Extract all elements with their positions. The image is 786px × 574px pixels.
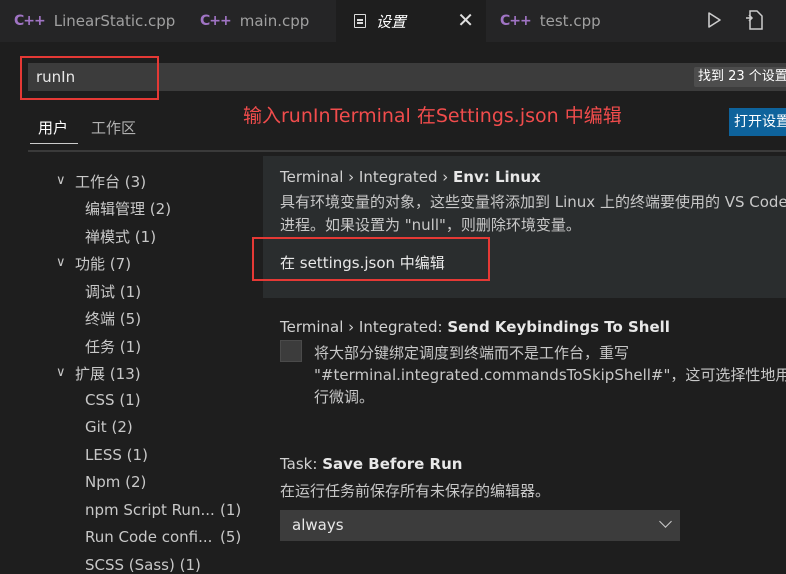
toc-item-css[interactable]: CSS (1) [85,391,141,409]
save-before-run-select[interactable]: always [280,510,680,541]
toc-label: LESS [85,446,122,464]
setting-category: Terminal › Integrated: [280,318,448,336]
header-divider [28,150,786,152]
open-settings-json-icon[interactable] [744,9,766,31]
annotation-highlight-link [252,237,490,281]
tab-label: 设置 [376,12,407,31]
toc-count: (3) [124,173,147,191]
cpp-file-icon: C++ [500,13,532,29]
setting-name: Send Keybindings To Shell [447,318,670,336]
cpp-file-icon: C++ [14,13,46,29]
toc-item-terminal[interactable]: 终端 (5) [85,308,141,329]
toc-count: (1) [119,391,141,409]
toc-item-npm[interactable]: Npm (2) [85,473,146,491]
toc-item-npm-script-runner[interactable]: npm Script Run... [85,501,215,519]
open-settings-button[interactable]: 打开设置 [729,108,786,136]
tab-test-cpp[interactable]: C++ test.cpp [486,0,686,42]
active-tab-indicator [30,143,78,144]
toc-label: CSS [85,391,115,409]
tab-label: test.cpp [539,12,601,30]
settings-file-icon [354,14,366,28]
setting-name: Save Before Run [322,455,463,473]
toc-label: 功能 [75,255,106,273]
tab-user[interactable]: 用户 [38,117,68,138]
tab-label: main.cpp [239,12,310,30]
send-keybindings-checkbox[interactable] [280,340,302,362]
toc-label: 工作台 [75,173,121,191]
editor-tab-bar: C++ LinearStatic.cpp C++ main.cpp 设置 ✕ C… [0,0,786,42]
toc-count: (1) [220,501,242,519]
toc-label: Git [85,418,107,436]
cpp-file-icon: C++ [200,13,232,29]
setting-description: 在运行任务前保存所有未保存的编辑器。 [280,482,551,500]
toc-count: (2) [111,418,133,436]
setting-description: 进程。如果设置为 "null"，则删除环境变量。 [280,216,581,234]
toc-label: SCSS (Sass) [85,556,175,574]
tab-linearstatic-cpp[interactable]: C++ LinearStatic.cpp [0,0,186,42]
toc-label: 任务 [85,338,116,356]
toc-count: (1) [119,283,142,301]
chevron-down-icon[interactable]: ∨ [56,365,66,380]
annotation-highlight-search [20,56,159,100]
tab-workspace[interactable]: 工作区 [91,117,136,138]
setting-description: 将大部分键绑定调度到终端而不是工作台，重写 [314,344,630,362]
toc-item-debug[interactable]: 调试 (1) [85,281,141,302]
chevron-down-icon[interactable]: ∨ [56,255,66,270]
toc-count: (13) [109,365,141,383]
toc-item-tasks[interactable]: 任务 (1) [85,336,141,357]
setting-description: 行微调。 [314,388,375,406]
toc-item-zen-mode[interactable]: 禅模式 (1) [85,226,156,247]
toc-count: (1) [134,228,157,246]
toc-label: 扩展 [75,365,106,383]
tab-main-cpp[interactable]: C++ main.cpp [186,0,336,42]
toc-label: 禅模式 [85,228,131,246]
toc-label: Npm [85,473,121,491]
toc-item-workbench[interactable]: 工作台 (3) [75,171,146,192]
toc-count: (1) [119,338,142,356]
tab-label: LinearStatic.cpp [53,12,176,30]
toc-count: (2) [149,200,172,218]
toc-item-run-code-config[interactable]: Run Code confi... [85,528,212,546]
toc-label: npm Script Run... [85,501,215,519]
toc-count: (2) [125,473,147,491]
setting-title-save-before-run: Task: Save Before Run [280,455,462,473]
setting-description: 具有环境变量的对象，这些变量将添加到 Linux 上的终端要使用的 VS Cod… [280,193,786,211]
setting-category: Terminal › Integrated › [280,168,454,186]
chevron-down-icon[interactable]: ∨ [56,173,66,188]
toc-item-less[interactable]: LESS (1) [85,446,148,464]
select-value: always [292,516,344,534]
toc-item-extensions[interactable]: 扩展 (13) [75,363,141,384]
search-result-count: 找到 23 个设置 [694,67,786,87]
toc-item-scss[interactable]: SCSS (Sass) (1) [85,556,201,574]
toc-item-features[interactable]: 功能 (7) [75,253,131,274]
setting-description: "#terminal.integrated.commandsToSkipShel… [314,366,786,384]
toc-item-editor-management[interactable]: 编辑管理 (2) [85,198,171,219]
setting-name: Env: Linux [453,168,541,186]
toc-item-git[interactable]: Git (2) [85,418,133,436]
setting-category: Task: [280,455,323,473]
toc-label: 终端 [85,310,116,328]
setting-title-env-linux: Terminal › Integrated › Env: Linux [280,168,541,186]
toc-count: (5) [220,528,242,546]
setting-title-send-keybindings: Terminal › Integrated: Send Keybindings … [280,318,670,336]
toc-label: 调试 [85,283,116,301]
toc-count: (5) [119,310,142,328]
close-icon[interactable]: ✕ [457,8,474,32]
annotation-text: 输入runInTerminal 在Settings.json 中编辑 [243,105,622,127]
tab-settings[interactable]: 设置 ✕ [336,0,486,42]
toc-count: (1) [126,446,148,464]
toc-label: 编辑管理 [85,200,146,218]
toc-count: (7) [109,255,132,273]
toc-count: (1) [179,556,201,574]
run-icon[interactable] [705,11,723,29]
toc-label: Run Code confi... [85,528,213,546]
chevron-down-icon [659,515,672,528]
